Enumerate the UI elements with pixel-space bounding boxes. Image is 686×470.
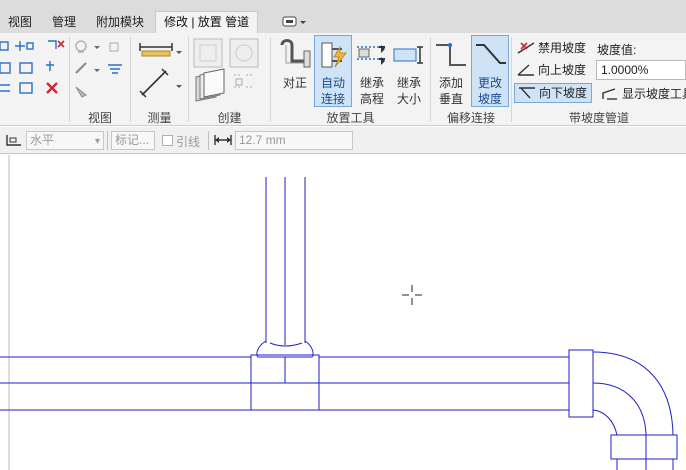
disable-slope-button[interactable]: 禁用坡度: [514, 39, 592, 59]
change-slope-label-1: 更改: [477, 76, 502, 90]
change-slope-label-2: 坡度: [477, 92, 502, 106]
tab-manage[interactable]: 管理: [52, 12, 76, 33]
add-vertical-label-1[interactable]: 添加: [434, 75, 468, 91]
options-bar: 水平 ▾ 标记... 引线 12.7 mm: [0, 127, 686, 154]
panel-label-create: 创建: [217, 111, 242, 125]
slope-up-label: 向上坡度: [538, 63, 587, 77]
show-slope-tooltip-label: 显示坡度工具: [622, 87, 686, 101]
slope-up-icon: [517, 64, 534, 76]
pipe-coupling: [568, 349, 594, 418]
slope-value-input[interactable]: 1.0000%: [596, 60, 686, 80]
leader-checkbox[interactable]: [162, 135, 173, 146]
chevron-down-icon: ▾: [94, 136, 100, 147]
drawing-canvas[interactable]: [0, 155, 686, 470]
options-separator: [208, 131, 209, 150]
elbow-lower-coupling: [610, 434, 678, 460]
panel-label-offset-connections: 偏移连接: [446, 111, 495, 125]
inherit-elevation-label-2[interactable]: 高程: [355, 91, 389, 107]
disable-slope-label: 禁用坡度: [538, 41, 587, 55]
length-icon: [214, 135, 232, 145]
slope-value-label: 坡度值:: [597, 43, 637, 57]
auto-connect-icon: [321, 42, 347, 68]
inherit-elevation-label-1[interactable]: 继承: [355, 75, 389, 91]
tag-button[interactable]: 标记...: [111, 131, 155, 150]
panel-label-measure: 测量: [147, 111, 172, 125]
inherit-size-icon: [393, 46, 423, 64]
create-panel-icons[interactable]: [190, 37, 266, 103]
add-vertical-icon: [436, 43, 466, 66]
change-slope-icon: [476, 44, 506, 64]
slope-up-button[interactable]: 向上坡度: [514, 61, 592, 81]
tab-modify-place-pipe[interactable]: 修改 | 放置 管道: [155, 11, 259, 34]
auto-connect-label-2: 连接: [320, 92, 345, 106]
inherit-size-label-2[interactable]: 大小: [392, 91, 426, 107]
length-input[interactable]: 12.7 mm: [235, 131, 353, 150]
add-vertical-label-2[interactable]: 垂直: [434, 91, 468, 107]
modify-tools-icon-grid[interactable]: [0, 37, 68, 103]
panel-label-view: 视图: [87, 111, 112, 125]
slope-down-button[interactable]: 向下坡度: [514, 83, 592, 103]
options-separator: [107, 131, 108, 150]
auto-connect-label-1: 自动: [320, 76, 345, 90]
disable-slope-icon: [517, 42, 535, 54]
placement-plane-select[interactable]: 水平 ▾: [26, 131, 104, 150]
tab-addins[interactable]: 附加模块: [96, 12, 144, 33]
tab-view[interactable]: 视图: [8, 12, 32, 33]
view-panel-icons[interactable]: [72, 37, 128, 103]
crosshair-cursor-icon: [402, 285, 422, 305]
inherit-elevation-icon: [357, 45, 385, 65]
ribbon-tab-bar: 视图 管理 附加模块 修改 | 放置 管道: [0, 0, 686, 34]
show-slope-tooltip-button[interactable]: 显示坡度工具: [598, 85, 686, 105]
measure-panel-icons[interactable]: [136, 37, 186, 103]
panel-dropdown-icon: [282, 16, 306, 27]
inherit-size-label-1[interactable]: 继承: [392, 75, 426, 91]
leader-label: 引线: [176, 135, 201, 149]
show-slope-tool-icon: [602, 88, 617, 100]
placement-plane-icon: [6, 135, 21, 146]
elbow-centerline: [592, 382, 647, 436]
elbow-inner-edge: [592, 409, 618, 436]
quick-access-dropdown[interactable]: [281, 15, 309, 29]
elbow-outer-edge: [592, 351, 674, 436]
justify-button[interactable]: 对正: [278, 75, 312, 91]
ribbon: 对正 自动 连接 继承 高程 继承 大小 添加 垂直 更改 坡度 禁用坡度 向上…: [0, 33, 686, 126]
slope-down-icon: [519, 87, 535, 99]
justify-icon: [280, 39, 311, 68]
panel-label-placement-tools: 放置工具: [326, 111, 375, 125]
slope-down-label: 向下坡度: [539, 86, 588, 100]
placement-plane-value: 水平: [30, 133, 55, 147]
tee-fitting-seam: [269, 342, 303, 347]
panel-label-sloped-piping: 带坡度管道: [568, 111, 629, 125]
